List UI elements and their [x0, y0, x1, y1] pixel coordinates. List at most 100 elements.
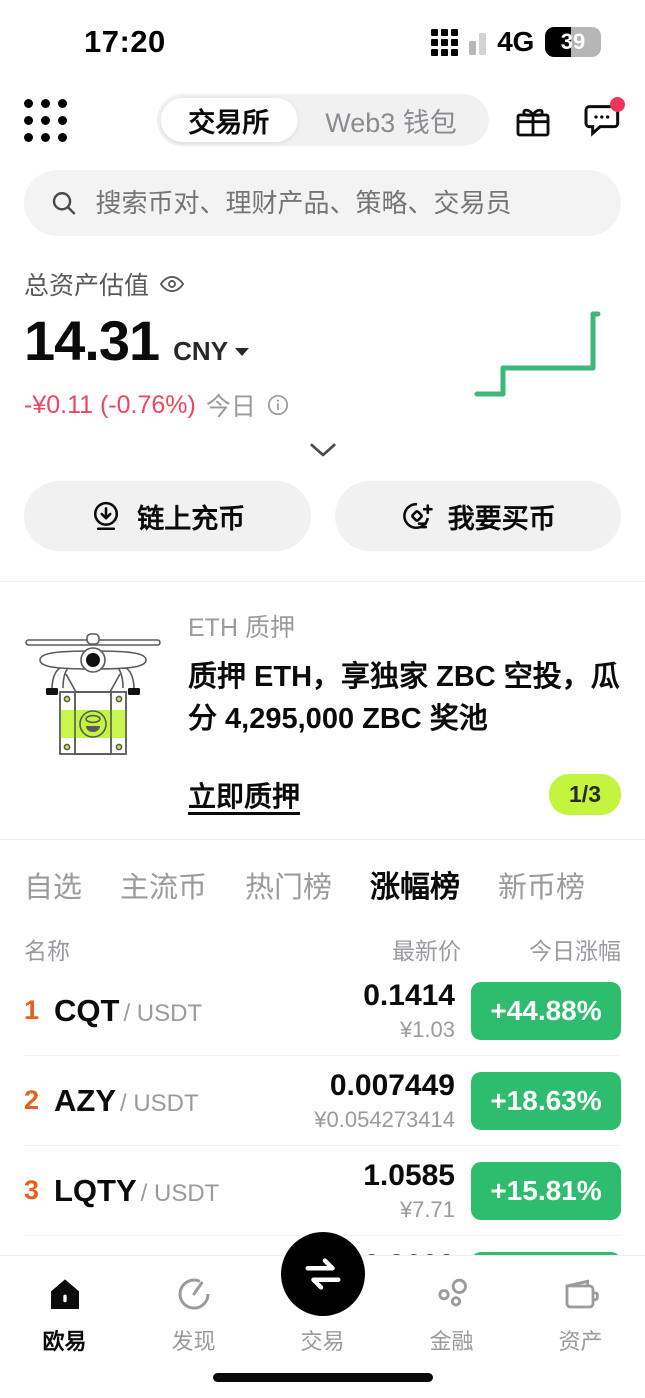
signal-bars-icon [469, 30, 487, 55]
buy-coin-button[interactable]: 我要买币 [334, 481, 621, 551]
row-change-badge[interactable]: +44.88% [471, 981, 621, 1040]
promo-content: ETH 质押 质押 ETH，享独家 ZBC 空投，瓜分 4,295,000 ZB… [188, 606, 621, 816]
row-price: 0.007449 [329, 1068, 455, 1102]
nav-label-trade: 交易 [300, 1329, 345, 1354]
nav-item-trade[interactable]: 交易 [258, 1232, 387, 1356]
row-pair: AZY / USDT [54, 1083, 275, 1119]
row-symbol: LQTY [54, 1172, 137, 1208]
segment-exchange[interactable]: 交易所 [160, 98, 298, 142]
market-tabs: 自选 主流币 热门榜 涨幅榜 新币榜 [0, 840, 645, 906]
mode-switcher[interactable]: 交易所 Web3 钱包 [156, 94, 489, 146]
total-asset-amount: 14.31 [24, 309, 160, 372]
row-price-cny: ¥1.03 [399, 1016, 455, 1042]
trade-fab-button[interactable] [280, 1232, 365, 1316]
tab-gainers[interactable]: 涨幅榜 [370, 862, 460, 906]
chevron-down-icon [309, 443, 336, 457]
nav-item-discover[interactable]: 发现 [129, 1274, 258, 1356]
status-time: 17:20 [84, 24, 166, 59]
deposit-onchain-button[interactable]: 链上充币 [24, 481, 311, 551]
column-header-change: 今日涨幅 [529, 938, 621, 965]
eye-icon[interactable] [159, 271, 185, 297]
table-row[interactable]: 2 AZY / USDT 0.007449 ¥0.054273414 +18.6… [24, 1056, 621, 1147]
tab-mainstream[interactable]: 主流币 [120, 864, 207, 906]
tab-favorites[interactable]: 自选 [24, 864, 82, 906]
nav-label-home: 欧易 [42, 1329, 87, 1354]
search-icon [52, 192, 76, 215]
status-bar: 17:20 4G 39 [0, 0, 645, 78]
search-bar[interactable] [24, 170, 621, 236]
battery-icon: 39 [545, 27, 601, 57]
nav-label-assets: 资产 [558, 1329, 603, 1354]
table-row[interactable]: 1 CQT / USDT 0.1414 ¥1.03 +44.88% [24, 966, 621, 1057]
nav-item-finance[interactable]: 金融 [387, 1274, 516, 1356]
drone-airdrop-illustration [18, 606, 168, 771]
signal-dots-icon [431, 28, 459, 56]
row-rank: 1 [24, 995, 40, 1026]
promo-carousel-counter: 1/3 [549, 774, 621, 816]
header-actions [513, 97, 625, 140]
battery-level: 39 [560, 29, 586, 54]
search-input[interactable] [95, 187, 595, 219]
nav-label-discover: 发现 [171, 1329, 216, 1354]
compass-icon [178, 1278, 210, 1310]
row-price-cell: 0.1414 ¥1.03 [275, 979, 455, 1043]
network-label: 4G [497, 26, 534, 57]
segment-web3-wallet[interactable]: Web3 钱包 [297, 98, 485, 142]
chevron-down-icon [235, 347, 250, 356]
status-indicators: 4G 39 [431, 20, 601, 58]
home-icon [50, 1279, 79, 1309]
app-screen: 17:20 4G 39 交易所 Web3 钱包 搜索币对、理财产品、策略、交易员… [0, 0, 645, 1398]
market-table-header: 名称 最新价 今日涨幅 [0, 906, 645, 966]
promo-title: 质押 ETH，享独家 ZBC 空投，瓜分 4,295,000 ZBC 奖池 [188, 661, 620, 736]
notification-dot [610, 97, 625, 112]
table-row[interactable]: 3 LQTY / USDT 1.0585 ¥7.71 +15.81% [24, 1146, 621, 1237]
row-symbol: CQT [54, 992, 120, 1028]
promo-banner[interactable]: ETH 质押 质押 ETH，享独家 ZBC 空投，瓜分 4,295,000 ZB… [0, 582, 645, 839]
deposit-onchain-label: 链上充币 [137, 503, 246, 534]
row-quote: / USDT [120, 1089, 199, 1117]
row-change-badge[interactable]: +18.63% [471, 1071, 621, 1130]
wallet-icon [565, 1279, 599, 1309]
row-change-badge[interactable]: +15.81% [471, 1161, 621, 1220]
promo-footer: 立即质押 1/3 [188, 774, 621, 816]
info-icon[interactable] [266, 393, 290, 417]
asset-change-period: 今日 [205, 393, 256, 421]
quick-actions: 链上充币 我要买币 [0, 459, 645, 581]
row-price-cell: 1.0585 ¥7.71 [275, 1159, 455, 1223]
tab-new-coins[interactable]: 新币榜 [498, 864, 585, 906]
row-price-cny: ¥0.054273414 [314, 1106, 455, 1132]
currency-selector[interactable]: CNY [173, 336, 250, 367]
swap-arrows-icon [304, 1258, 341, 1290]
promo-cta-link[interactable]: 立即质押 [188, 775, 300, 815]
row-pair: CQT / USDT [54, 993, 275, 1029]
tab-hot[interactable]: 热门榜 [245, 864, 332, 906]
assets-label: 总资产估值 [24, 272, 150, 300]
chat-bubble-icon[interactable] [581, 97, 625, 140]
promo-kicker: ETH 质押 [188, 614, 295, 642]
nav-item-home[interactable]: 欧易 [0, 1274, 129, 1356]
assets-label-row: 总资产估值 [24, 266, 621, 302]
search-section [0, 162, 645, 236]
row-symbol: AZY [54, 1082, 116, 1118]
nav-label-finance: 金融 [429, 1329, 474, 1354]
row-rank: 3 [24, 1175, 40, 1206]
asset-change-value: -¥0.11 (-0.76%) [24, 390, 196, 419]
row-price: 1.0585 [363, 1158, 455, 1192]
asset-sparkline [474, 311, 601, 397]
nav-item-assets[interactable]: 资产 [516, 1274, 645, 1356]
row-price-cny: ¥7.71 [399, 1196, 455, 1222]
expand-assets-button[interactable] [24, 441, 621, 459]
buy-coin-icon [402, 502, 433, 529]
grid-menu-icon[interactable] [24, 98, 67, 142]
app-header: 交易所 Web3 钱包 [0, 78, 645, 162]
assets-section: 总资产估值 14.31 CNY -¥0.11 (-0.76%) 今日 [0, 236, 645, 459]
currency-label: CNY [173, 336, 229, 366]
row-rank: 2 [24, 1085, 40, 1116]
row-price: 0.1414 [363, 978, 455, 1012]
row-price-cell: 0.007449 ¥0.054273414 [275, 1069, 455, 1133]
bottom-navigation: 欧易 发现 交易 金融 资产 [0, 1232, 645, 1398]
home-indicator [212, 1373, 433, 1382]
column-header-price: 最新价 [392, 938, 461, 965]
gift-icon[interactable] [513, 100, 553, 140]
bubbles-finance-icon [437, 1278, 467, 1307]
